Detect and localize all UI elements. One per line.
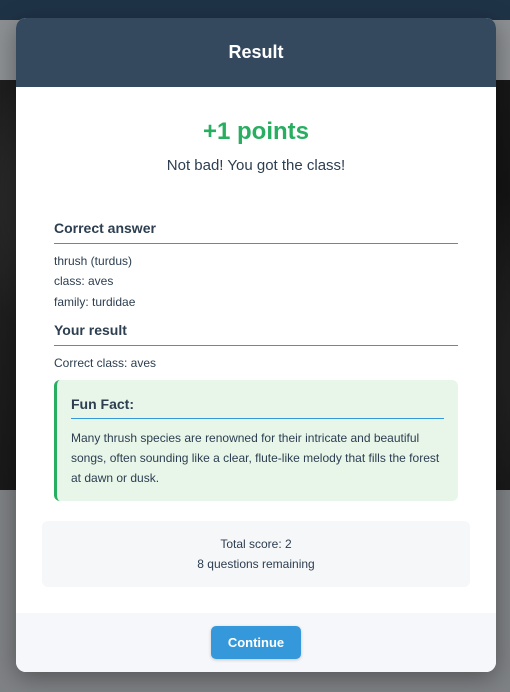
fun-fact-heading: Fun Fact: bbox=[71, 396, 444, 419]
continue-button[interactable]: Continue bbox=[211, 626, 301, 659]
fun-fact-text: Many thrush species are renowned for the… bbox=[71, 431, 440, 485]
score-summary: Total score: 2 8 questions remaining bbox=[42, 521, 470, 587]
your-result-heading: Your result bbox=[54, 322, 458, 346]
answer-family: family: turdidae bbox=[54, 295, 136, 309]
answer-species: thrush (turdus) bbox=[54, 254, 133, 268]
correct-answer-heading: Correct answer bbox=[54, 220, 458, 244]
background-top-bar bbox=[0, 0, 510, 20]
total-score: Total score: 2 bbox=[220, 537, 292, 551]
result-modal: Result +1 points Not bad! You got the cl… bbox=[16, 18, 496, 672]
questions-remaining: 8 questions remaining bbox=[197, 557, 315, 571]
answer-class: class: aves bbox=[54, 274, 114, 288]
result-message: Not bad! You got the class! bbox=[166, 157, 346, 174]
modal-title: Result bbox=[228, 42, 284, 62]
your-result-line: Correct class: aves bbox=[54, 356, 157, 370]
points-awarded: +1 points bbox=[202, 118, 310, 145]
modal-footer: Continue bbox=[16, 613, 496, 672]
fun-fact-box: Fun Fact: Many thrush species are renown… bbox=[54, 380, 458, 501]
modal-header: Result bbox=[16, 18, 496, 87]
